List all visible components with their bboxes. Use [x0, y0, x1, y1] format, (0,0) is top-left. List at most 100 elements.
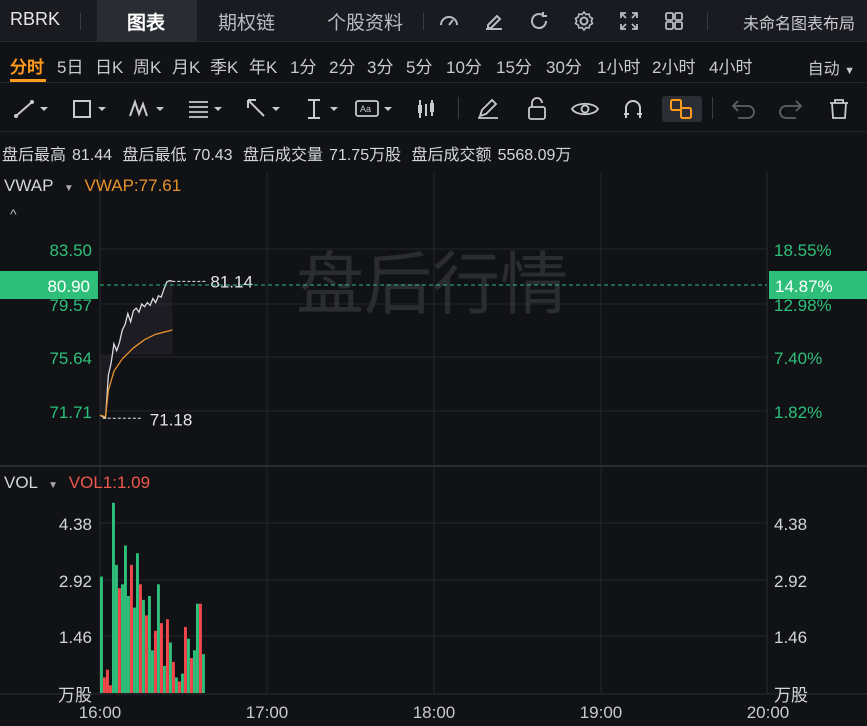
vol-indicator-name: VOL	[4, 473, 38, 492]
volume-bar	[184, 627, 187, 693]
pencil-icon[interactable]	[470, 96, 510, 122]
volume-bar	[103, 677, 106, 693]
link-toggle-icon[interactable]	[662, 96, 702, 122]
volume-bar	[109, 685, 112, 693]
volume-bar	[178, 681, 181, 693]
volume-bar	[145, 615, 148, 693]
period-5[interactable]: 季K	[210, 53, 238, 78]
text-cursor-tool-icon[interactable]	[302, 96, 342, 122]
vol-indicator-header[interactable]: VOL ▼ VOL1:1.09	[4, 473, 150, 493]
eye-icon[interactable]	[566, 96, 606, 122]
volume-bar	[136, 553, 139, 693]
price-tick-label: 71.71	[49, 403, 92, 422]
volume-bar	[148, 595, 151, 693]
volume-bar	[157, 584, 160, 693]
period-4[interactable]: 月K	[172, 53, 200, 78]
refresh-icon[interactable]	[527, 9, 551, 33]
volume-bar	[115, 564, 118, 693]
volume-bar	[175, 677, 178, 693]
last-price-label: 81.14	[210, 272, 253, 291]
volume-label: 盘后成交量	[243, 147, 324, 164]
edit-icon[interactable]	[482, 9, 506, 33]
annotation-tool-icon[interactable]: Aa	[354, 96, 394, 122]
rectangle-tool-icon[interactable]	[70, 96, 110, 122]
gear-icon[interactable]	[572, 9, 596, 33]
period-9[interactable]: 3分	[367, 53, 393, 78]
period-1[interactable]: 5日	[57, 53, 83, 78]
high-value: 81.44	[72, 147, 113, 164]
volume-bar	[112, 502, 115, 693]
tab-options-chain[interactable]: 期权链	[218, 8, 275, 35]
vwap-indicator-header[interactable]: VWAP ▼ VWAP:77.61	[4, 176, 181, 196]
trendline-tool-icon[interactable]	[12, 96, 52, 122]
period-2[interactable]: 日K	[95, 53, 123, 78]
volume-bar	[169, 642, 172, 693]
divider	[458, 97, 459, 119]
trash-icon[interactable]	[820, 96, 860, 122]
period-13[interactable]: 30分	[546, 53, 582, 78]
volume-bar	[172, 661, 175, 693]
period-0[interactable]: 分时	[10, 53, 44, 78]
start-price-label: 71.18	[150, 410, 193, 429]
divider	[712, 97, 713, 119]
layout-name[interactable]: 未命名图表布局	[743, 10, 855, 34]
collapse-chevron-icon[interactable]: ^	[10, 206, 17, 222]
tab-chart[interactable]: 图表	[127, 8, 165, 35]
mode-select[interactable]: 自动 ▼	[808, 55, 855, 79]
period-10[interactable]: 5分	[406, 53, 432, 78]
period-16[interactable]: 4小时	[709, 53, 752, 78]
redo-icon[interactable]	[772, 96, 812, 122]
vol-tick-label-right: 1.46	[774, 628, 807, 647]
vol-indicator-value: VOL1:1.09	[68, 473, 151, 492]
volume-bar	[154, 630, 157, 693]
price-volume-chart[interactable]: 盘后行情 16:00 17:00 18:00 19:00 20:0083.50 18.55…	[0, 166, 867, 726]
undo-icon[interactable]	[724, 96, 764, 122]
after-hours-info: 盘后最高 81.44 盘后最低 70.43 盘后成交量 71.75万股 盘后成交额 55…	[2, 141, 577, 165]
gauge-icon[interactable]	[437, 9, 461, 33]
top-bar: RBRK 图表 期权链 个股资料 未命名图表布局	[0, 0, 867, 42]
fullscreen-icon[interactable]	[617, 9, 641, 33]
current-price-value: 80.90	[47, 277, 90, 296]
divider	[423, 13, 424, 30]
volume-bar	[187, 638, 190, 693]
fib-tool-icon[interactable]	[186, 96, 226, 122]
low-value: 70.43	[192, 147, 233, 164]
high-label: 盘后最高	[2, 147, 67, 164]
price-tick-label: 83.50	[49, 241, 92, 260]
vol-tick-label-right: 2.92	[774, 572, 807, 591]
period-3[interactable]: 周K	[133, 53, 161, 78]
vwap-indicator-name: VWAP	[4, 176, 54, 195]
divider	[707, 13, 708, 30]
period-6[interactable]: 年K	[249, 53, 277, 78]
volume-bar	[127, 595, 130, 693]
vol-tick-label: 2.92	[59, 572, 92, 591]
volume-bar	[124, 545, 127, 693]
period-8[interactable]: 2分	[329, 53, 355, 78]
vol-tick-label-right: 4.38	[774, 515, 807, 534]
divider	[80, 13, 81, 30]
chevron-down-icon: ▼	[844, 65, 855, 77]
pattern-tool-icon[interactable]	[128, 96, 168, 122]
tab-profile[interactable]: 个股资料	[327, 8, 403, 35]
volume-bar	[193, 650, 196, 693]
grid-layout-icon[interactable]	[662, 9, 686, 33]
pct-tick-label: 1.82%	[774, 403, 822, 422]
drawing-toolbar: Aa	[0, 86, 867, 132]
period-bar: 分时 5日 日K 周K 月K 季K 年K 1分 2分 3分 5分 10分 15分 30分 1小时 2小时 4小时…	[0, 43, 867, 83]
unlock-icon[interactable]	[518, 96, 558, 122]
period-12[interactable]: 15分	[496, 53, 532, 78]
period-15[interactable]: 2小时	[652, 53, 695, 78]
volume-bar	[196, 603, 199, 693]
candlestick-tool-icon[interactable]	[410, 96, 450, 122]
arrow-tool-icon[interactable]	[244, 96, 284, 122]
x-tick-label: 16:00	[79, 703, 122, 722]
magnet-icon[interactable]	[614, 96, 654, 122]
volume-bar	[118, 588, 121, 693]
ticker-symbol[interactable]: RBRK	[10, 9, 60, 30]
volume-bar	[130, 564, 133, 693]
x-tick-label: 17:00	[246, 703, 289, 722]
period-14[interactable]: 1小时	[597, 53, 640, 78]
period-7[interactable]: 1分	[290, 53, 316, 78]
price-tick-label: 75.64	[49, 349, 92, 368]
period-11[interactable]: 10分	[446, 53, 482, 78]
